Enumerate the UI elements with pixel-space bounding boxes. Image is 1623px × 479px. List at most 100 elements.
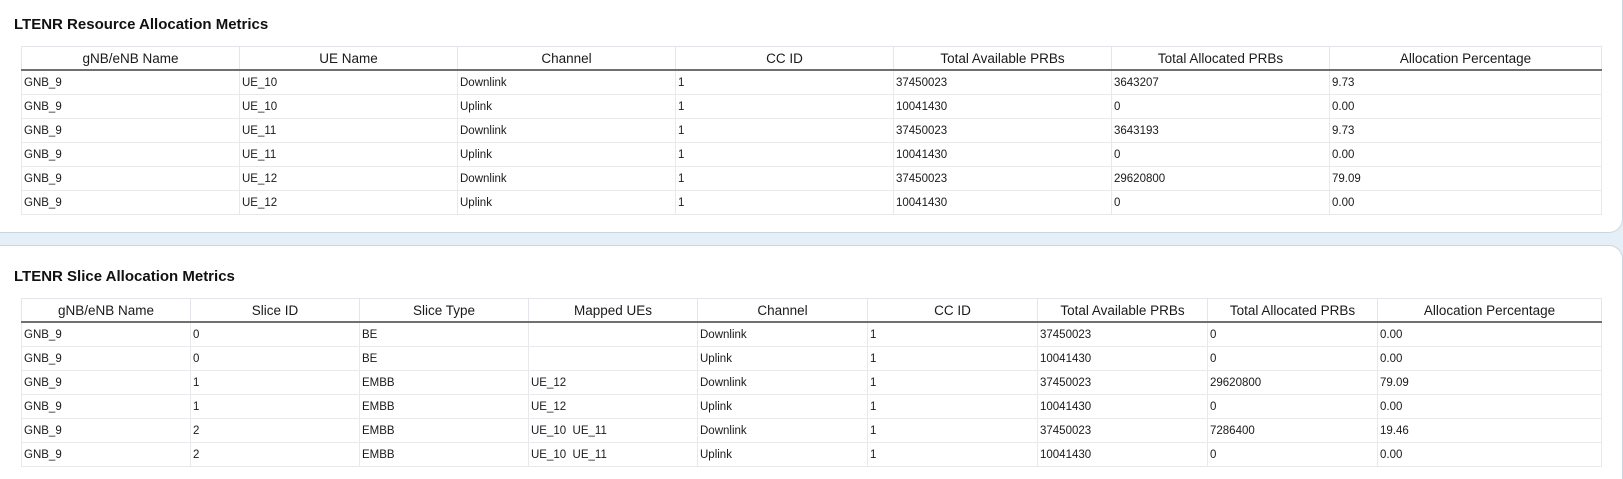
slice-allocation-table: gNB/eNB Name Slice ID Slice Type Mapped UEs… [21,298,1602,467]
table-row: GNB_9 UE_12 Downlink 1 37450023 29620800 79.09 [21,166,1602,191]
cell-gnb-enb-name: GNB_9 [21,346,191,371]
cell-cc-id: 1 [675,166,894,191]
cell-slice-type: EMBB [359,370,529,395]
cell-total-allocated-prbs: 0 [1207,346,1378,371]
cell-mapped-ues: UE_12 [528,370,698,395]
column-header-total-allocated-prbs[interactable]: Total Allocated PRBs [1111,46,1330,71]
cell-total-available-prbs: 37450023 [893,69,1112,95]
column-header-allocation-percentage[interactable]: Allocation Percentage [1329,46,1602,71]
cell-total-available-prbs: 10041430 [1037,346,1208,371]
cell-total-allocated-prbs: 0 [1111,94,1330,119]
cell-allocation-percentage: 0.00 [1329,142,1602,167]
cell-slice-type: EMBB [359,418,529,443]
resource-allocation-panel: LTENR Resource Allocation Metrics gNB/eN… [0,0,1623,233]
slice-allocation-title: LTENR Slice Allocation Metrics [14,268,235,285]
cell-allocation-percentage: 9.73 [1329,69,1602,95]
cell-channel: Uplink [457,94,676,119]
cell-total-allocated-prbs: 29620800 [1111,166,1330,191]
cell-total-available-prbs: 37450023 [1037,418,1208,443]
cell-slice-id: 2 [190,442,360,467]
cell-total-available-prbs: 37450023 [893,166,1112,191]
cell-ue-name: UE_10 [239,69,458,95]
cell-gnb-enb-name: GNB_9 [21,394,191,419]
column-header-slice-id[interactable]: Slice ID [190,298,360,323]
cell-ue-name: UE_11 [239,142,458,167]
column-header-gnb-enb-name[interactable]: gNB/eNB Name [21,46,240,71]
cell-channel: Uplink [697,442,868,467]
column-header-gnb-enb-name[interactable]: gNB/eNB Name [21,298,191,323]
cell-total-available-prbs: 10041430 [1037,394,1208,419]
column-header-cc-id[interactable]: CC ID [675,46,894,71]
cell-slice-type: BE [359,321,529,347]
cell-slice-type: BE [359,346,529,371]
cell-channel: Downlink [457,166,676,191]
cell-allocation-percentage: 79.09 [1329,166,1602,191]
cell-mapped-ues [528,346,698,371]
table-row: GNB_9 UE_12 Uplink 1 10041430 0 0.00 [21,190,1602,215]
cell-slice-id: 0 [190,346,360,371]
cell-allocation-percentage: 9.73 [1329,118,1602,143]
cell-total-allocated-prbs: 0 [1111,142,1330,167]
cell-total-allocated-prbs: 29620800 [1207,370,1378,395]
cell-ue-name: UE_11 [239,118,458,143]
column-header-channel[interactable]: Channel [457,46,676,71]
cell-total-allocated-prbs: 0 [1111,190,1330,215]
table-row: GNB_9 UE_11 Downlink 1 37450023 3643193 9.73 [21,118,1602,143]
cell-total-allocated-prbs: 3643193 [1111,118,1330,143]
table-row: GNB_9 UE_10 Uplink 1 10041430 0 0.00 [21,94,1602,119]
cell-mapped-ues [528,321,698,347]
cell-slice-type: EMBB [359,394,529,419]
cell-channel: Downlink [697,418,868,443]
column-header-channel[interactable]: Channel [697,298,868,323]
cell-ue-name: UE_12 [239,190,458,215]
cell-total-allocated-prbs: 0 [1207,442,1378,467]
column-header-total-allocated-prbs[interactable]: Total Allocated PRBs [1207,298,1378,323]
cell-slice-id: 1 [190,394,360,419]
cell-cc-id: 1 [867,394,1038,419]
table-row: GNB_9 2 EMBB UE_10 UE_11 Downlink 1 37450023 72… [21,418,1602,443]
column-header-mapped-ues[interactable]: Mapped UEs [528,298,698,323]
column-header-allocation-percentage[interactable]: Allocation Percentage [1377,298,1602,323]
cell-allocation-percentage: 0.00 [1329,94,1602,119]
cell-gnb-enb-name: GNB_9 [21,142,240,167]
cell-cc-id: 1 [867,442,1038,467]
table-row: GNB_9 0 BE Uplink 1 10041430 0 0.00 [21,346,1602,371]
cell-gnb-enb-name: GNB_9 [21,69,240,95]
cell-total-available-prbs: 37450023 [1037,370,1208,395]
slice-allocation-panel: LTENR Slice Allocation Metrics gNB/eNB N… [0,245,1623,479]
table-row: GNB_9 UE_10 Downlink 1 37450023 3643207 9.73 [21,69,1602,95]
cell-allocation-percentage: 0.00 [1377,442,1602,467]
cell-total-available-prbs: 10041430 [893,94,1112,119]
table-header-row: gNB/eNB Name Slice ID Slice Type Mapped UEs… [21,298,1602,323]
cell-total-available-prbs: 10041430 [893,142,1112,167]
resource-allocation-table: gNB/eNB Name UE Name Channel CC ID Total Ava… [21,46,1602,215]
cell-gnb-enb-name: GNB_9 [21,190,240,215]
column-header-ue-name[interactable]: UE Name [239,46,458,71]
cell-cc-id: 1 [675,69,894,95]
cell-total-available-prbs: 10041430 [1037,442,1208,467]
cell-gnb-enb-name: GNB_9 [21,94,240,119]
cell-cc-id: 1 [867,321,1038,347]
cell-channel: Uplink [697,394,868,419]
cell-gnb-enb-name: GNB_9 [21,442,191,467]
cell-gnb-enb-name: GNB_9 [21,418,191,443]
cell-cc-id: 1 [867,418,1038,443]
cell-allocation-percentage: 79.09 [1377,370,1602,395]
cell-channel: Uplink [457,142,676,167]
cell-allocation-percentage: 0.00 [1377,394,1602,419]
cell-channel: Downlink [697,370,868,395]
column-header-cc-id[interactable]: CC ID [867,298,1038,323]
cell-mapped-ues: UE_12 [528,394,698,419]
cell-mapped-ues: UE_10 UE_11 [528,442,698,467]
cell-allocation-percentage: 0.00 [1377,321,1602,347]
column-header-slice-type[interactable]: Slice Type [359,298,529,323]
table-row: GNB_9 1 EMBB UE_12 Uplink 1 10041430 0 0.00 [21,394,1602,419]
column-header-total-available-prbs[interactable]: Total Available PRBs [1037,298,1208,323]
column-header-total-available-prbs[interactable]: Total Available PRBs [893,46,1112,71]
cell-allocation-percentage: 0.00 [1329,190,1602,215]
cell-slice-id: 2 [190,418,360,443]
cell-gnb-enb-name: GNB_9 [21,370,191,395]
cell-channel: Downlink [457,69,676,95]
cell-ue-name: UE_10 [239,94,458,119]
cell-cc-id: 1 [867,370,1038,395]
